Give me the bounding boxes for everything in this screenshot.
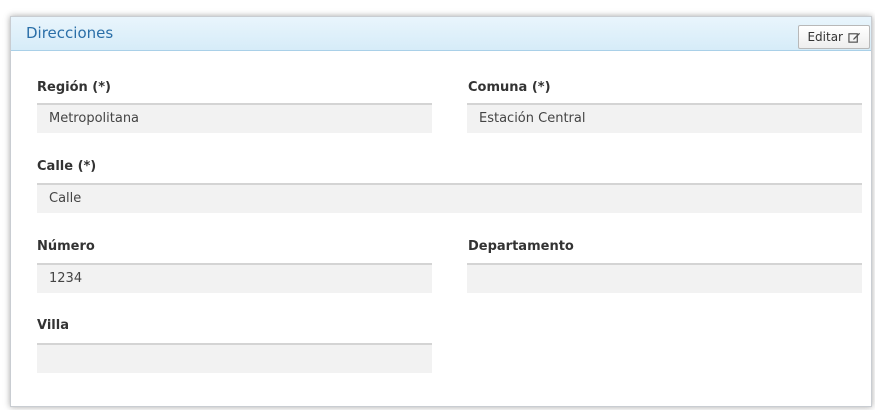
panel-header: Direcciones Editar — [11, 17, 871, 51]
comuna-field[interactable]: Estación Central — [467, 103, 862, 133]
departamento-label: Departamento — [468, 239, 574, 254]
edit-button[interactable]: Editar — [798, 25, 870, 49]
departamento-field[interactable] — [467, 263, 862, 293]
panel-title: Direcciones — [26, 24, 114, 42]
region-field[interactable]: Metropolitana — [37, 103, 432, 133]
region-label: Región (*) — [37, 80, 111, 95]
comuna-label: Comuna (*) — [468, 80, 551, 95]
edit-icon — [848, 32, 861, 43]
addresses-panel: Direcciones Editar Región (*) Metropolit… — [10, 16, 872, 407]
villa-label: Villa — [37, 318, 69, 333]
calle-label: Calle (*) — [37, 159, 97, 174]
calle-field[interactable]: Calle — [37, 183, 862, 213]
edit-button-label: Editar — [807, 30, 843, 44]
villa-field[interactable] — [37, 343, 432, 373]
numero-label: Número — [37, 239, 95, 254]
numero-field[interactable]: 1234 — [37, 263, 432, 293]
